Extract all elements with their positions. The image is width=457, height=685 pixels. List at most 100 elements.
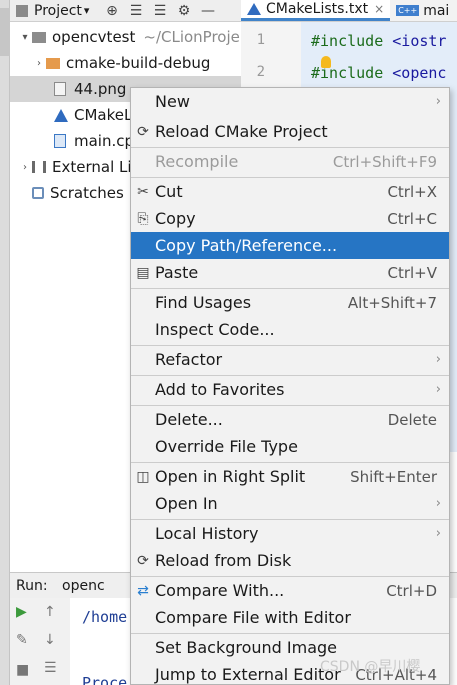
project-icon (16, 4, 28, 17)
menu-item-compare-with[interactable]: ⇄ Compare With... Ctrl+D (131, 577, 449, 604)
menu-item-label: Reload CMake Project (155, 122, 328, 141)
tree-item-label: Scratches (50, 184, 124, 202)
tab-label: mai (423, 2, 450, 19)
tree-item-label: cmake-build-debug (66, 54, 211, 72)
down-arrow-icon[interactable]: ↓ (44, 632, 56, 648)
menu-item-add-to-favorites[interactable]: Add to Favorites › (131, 376, 449, 403)
scissors-icon: ✂ (137, 183, 149, 200)
submenu-arrow-icon: › (435, 526, 441, 541)
menu-item-open-in[interactable]: Open In › (131, 490, 449, 517)
menu-item-open-in-right-split[interactable]: ◫ Open in Right Split Shift+Enter (131, 463, 449, 490)
scratches-icon (32, 187, 44, 199)
run-toolbar: ▶ ↑ ✎ ↓ ■ ☰ (10, 598, 70, 685)
expand-all-icon[interactable]: ☰ (124, 3, 148, 19)
output-path: /home (82, 608, 128, 626)
watermark-text: CSDN @早川樱 (320, 659, 421, 675)
close-icon[interactable]: × (374, 2, 384, 16)
tree-item-label: 44.png (74, 80, 127, 98)
menu-item-shortcut: Shift+Enter (350, 467, 437, 486)
menu-item-label: Compare File with Editor (155, 608, 351, 627)
library-icon (32, 161, 46, 173)
menu-item-label: Compare With... (155, 581, 285, 600)
dropdown-icon: ▾ (83, 4, 90, 17)
tab-cmakelists[interactable]: CMakeLists.txt × (241, 0, 391, 21)
menu-item-label: Refactor (155, 350, 223, 369)
gear-icon[interactable]: ⚙ (172, 3, 196, 19)
menu-item-recompile: Recompile Ctrl+Shift+F9 (131, 148, 449, 175)
menu-item-cut[interactable]: ✂ Cut Ctrl+X (131, 178, 449, 205)
run-label: Run: (16, 577, 48, 594)
copy-icon: ⎘ (137, 210, 149, 227)
cpp-file-icon: C++ (396, 5, 420, 16)
menu-item-label: New (155, 92, 190, 111)
menu-item-label: Paste (155, 263, 199, 282)
menu-item-shortcut: Ctrl+D (386, 581, 437, 600)
stop-icon[interactable]: ■ (16, 662, 29, 678)
collapse-arrow-icon[interactable]: › (18, 162, 32, 173)
menu-item-shortcut: Ctrl+Shift+F9 (332, 152, 437, 171)
line-number: 2 (256, 64, 265, 80)
menu-item-new[interactable]: New › (131, 88, 449, 115)
folder-icon (32, 31, 46, 43)
tab-label: CMakeLists.txt (266, 1, 369, 17)
menu-item-local-history[interactable]: Local History › (131, 520, 449, 547)
run-icon[interactable]: ▶ (16, 604, 27, 620)
menu-item-label: Add to Favorites (155, 380, 285, 399)
menu-item-label: Open in Right Split (155, 467, 306, 486)
up-arrow-icon[interactable]: ↑ (44, 604, 56, 620)
tab-main[interactable]: C++ mai (390, 0, 455, 21)
submenu-arrow-icon: › (435, 352, 441, 367)
project-panel-header: Project ▾ ⊕ ☰ ☰ ⚙ — (10, 0, 241, 22)
collapse-all-icon[interactable]: ☰ (148, 3, 172, 19)
code-text: <openc (383, 64, 447, 82)
reload-icon: ⟳ (137, 552, 149, 569)
tree-item-root[interactable]: ▾ opencvtest ~/CLionProje (10, 24, 241, 50)
submenu-arrow-icon: › (435, 496, 441, 511)
menu-item-shortcut: Ctrl+C (387, 209, 437, 228)
menu-item-refactor[interactable]: Refactor › (131, 346, 449, 373)
menu-item-label: Reload from Disk (155, 551, 292, 570)
tree-item-label: main.cp (74, 132, 135, 150)
menu-item-inspect-code[interactable]: Inspect Code... (131, 316, 449, 343)
clipboard-icon: ▤ (136, 264, 150, 281)
menu-item-shortcut: Delete (387, 410, 437, 429)
hide-icon[interactable]: — (196, 3, 220, 19)
tree-item-label: opencvtest (52, 28, 136, 46)
tree-item-path: ~/CLionProje (143, 28, 240, 46)
menu-item-shortcut: Ctrl+X (387, 182, 437, 201)
collapse-arrow-icon[interactable]: › (32, 58, 46, 69)
tree-item-cmake-build-debug[interactable]: › cmake-build-debug (10, 50, 241, 76)
menu-item-shortcut: Alt+Shift+7 (347, 293, 437, 312)
expand-arrow-icon[interactable]: ▾ (18, 32, 32, 43)
context-menu: New › ⟳ Reload CMake Project Recompile C… (130, 87, 450, 685)
menu-item-label: Copy (155, 209, 196, 228)
cpp-file-icon (54, 134, 66, 148)
menu-item-copy-path-reference[interactable]: Copy Path/Reference... (131, 232, 449, 259)
menu-item-compare-file-with-editor[interactable]: Compare File with Editor (131, 604, 449, 631)
menu-item-reload-from-disk[interactable]: ⟳ Reload from Disk (131, 547, 449, 574)
output-process: Proce (82, 674, 128, 685)
menu-item-label: Find Usages (155, 293, 252, 312)
code-text: <iostr (383, 32, 447, 50)
lightbulb-icon[interactable] (321, 56, 331, 68)
code-keyword: #include (311, 32, 384, 50)
folder-icon (46, 57, 60, 69)
menu-item-copy[interactable]: ⎘ Copy Ctrl+C (131, 205, 449, 232)
reload-icon: ⟳ (137, 123, 149, 140)
image-file-icon (54, 82, 66, 96)
menu-item-find-usages[interactable]: Find Usages Alt+Shift+7 (131, 289, 449, 316)
soft-wrap-icon[interactable]: ☰ (44, 660, 57, 676)
menu-item-label: Copy Path/Reference... (155, 236, 338, 255)
menu-item-reload-cmake[interactable]: ⟳ Reload CMake Project (131, 118, 449, 145)
run-tab[interactable]: openc (62, 578, 105, 594)
menu-item-override-file-type[interactable]: Override File Type (131, 433, 449, 460)
cmake-icon (247, 3, 261, 15)
wrench-icon[interactable]: ✎ (16, 632, 28, 648)
menu-item-label: Delete... (155, 410, 223, 429)
project-view-selector[interactable]: Project ▾ (10, 3, 100, 19)
locate-icon[interactable]: ⊕ (100, 3, 124, 19)
submenu-arrow-icon: › (435, 382, 441, 397)
menu-item-paste[interactable]: ▤ Paste Ctrl+V (131, 259, 449, 286)
code-line: #include <openc (311, 64, 446, 82)
menu-item-delete[interactable]: Delete... Delete (131, 406, 449, 433)
